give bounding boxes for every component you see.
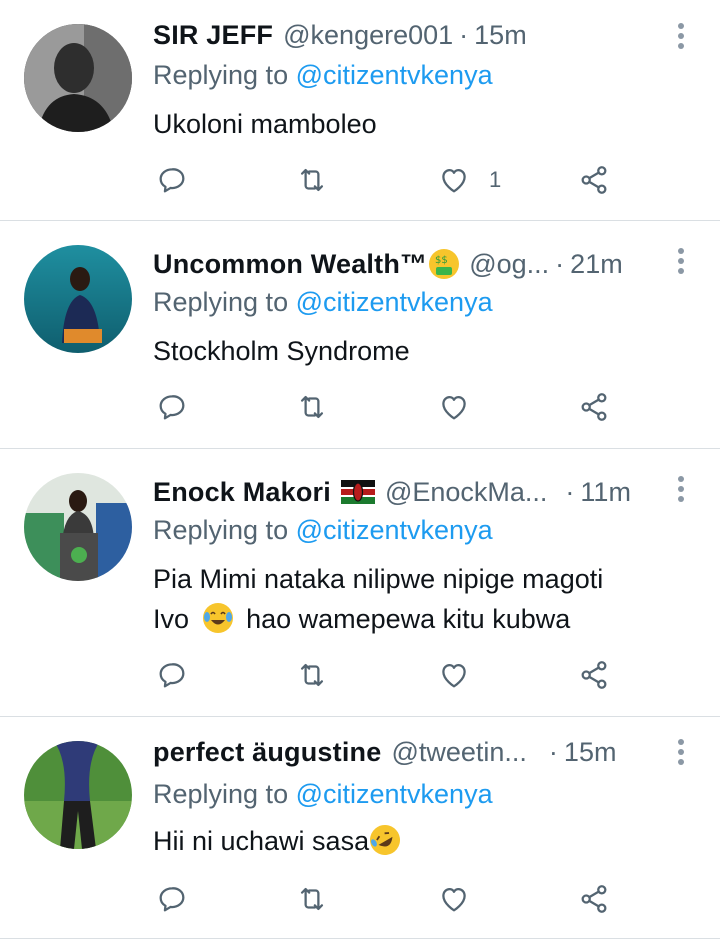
tweet-text-line-1: Pia Mimi nataka nilipwe nipige magoti [153, 564, 604, 594]
separator: · [548, 736, 558, 767]
display-name[interactable]: SIR JEFF [153, 20, 273, 51]
like-count: 1 [489, 167, 502, 192]
tweet-text: Pia Mimi nataka nilipwe nipige magoti Iv… [153, 559, 693, 639]
action-bar [153, 655, 623, 695]
share-icon [581, 393, 607, 421]
svg-text:$$: $$ [435, 255, 448, 266]
tweet-text-part: Ivo [153, 604, 190, 634]
reply-button[interactable] [155, 879, 189, 919]
separator: · [555, 248, 565, 279]
display-name[interactable]: Enock Makori [153, 477, 331, 508]
more-icon[interactable] [678, 476, 686, 502]
share-button[interactable] [577, 655, 611, 695]
like-button[interactable] [437, 879, 471, 919]
like-button[interactable]: 1 [437, 160, 501, 200]
share-icon [581, 661, 607, 689]
mention-link[interactable]: @citizentvkenya [296, 779, 493, 809]
tweet-text: Ukoloni mamboleo [153, 109, 377, 139]
avatar[interactable] [24, 245, 132, 353]
rolling-laughing-face-icon [364, 819, 406, 861]
tweet-3[interactable]: Enock Makori @EnockMa... · 11m Replying … [0, 449, 720, 717]
share-button[interactable] [577, 387, 611, 427]
money-mouth-face-icon: $$ [429, 249, 460, 279]
retweet-icon [300, 168, 324, 192]
retweet-icon [300, 663, 324, 687]
retweet-icon [300, 887, 324, 911]
timestamp[interactable]: 15m [564, 737, 617, 768]
timestamp[interactable]: 11m [580, 477, 631, 508]
timestamp[interactable]: 15m [474, 20, 527, 51]
like-button[interactable] [437, 387, 471, 427]
more-icon[interactable] [678, 248, 686, 274]
handle[interactable]: @kengere001 [283, 20, 453, 51]
handle[interactable]: @tweetin... [391, 737, 526, 768]
tweet-text-part: Hii ni uchawi sasa [153, 826, 370, 856]
like-icon [442, 168, 466, 193]
mention-link[interactable]: @citizentvkenya [296, 287, 493, 317]
replying-to: Replying to @citizentvkenya [153, 515, 493, 546]
replying-label: Replying to [153, 287, 296, 317]
separator: · [459, 19, 469, 50]
tweet-4[interactable]: perfect äugustine @tweetin... · 15m Repl… [0, 717, 720, 939]
avatar[interactable] [24, 741, 132, 849]
reply-icon [159, 663, 185, 688]
handle[interactable]: @EnockMa... [385, 477, 547, 508]
kenya-flag-icon [340, 480, 375, 504]
avatar[interactable] [24, 24, 132, 132]
share-button[interactable] [577, 160, 611, 200]
reply-icon [159, 168, 185, 193]
replying-label: Replying to [153, 779, 296, 809]
retweet-button[interactable] [295, 387, 329, 427]
tweet-1[interactable]: SIR JEFF @kengere001 · 15m Replying to @… [0, 0, 720, 221]
like-button[interactable] [437, 655, 471, 695]
replying-label: Replying to [153, 60, 296, 90]
mention-link[interactable]: @citizentvkenya [296, 60, 493, 90]
reply-button[interactable] [155, 655, 189, 695]
retweet-button[interactable] [295, 160, 329, 200]
share-icon [581, 885, 607, 913]
action-bar [153, 879, 623, 919]
like-icon [442, 663, 466, 688]
share-button[interactable] [577, 879, 611, 919]
handle[interactable]: @og... [469, 249, 549, 280]
tweet-text-line-2: Ivo hao wamepewa kitu kubwa [153, 599, 693, 639]
display-name[interactable]: perfect äugustine [153, 737, 381, 768]
replying-to: Replying to @citizentvkenya [153, 60, 493, 91]
like-icon [442, 887, 466, 912]
tweet-2[interactable]: Uncommon Wealth™ $$ @og... · 21m Replyin… [0, 221, 720, 449]
tweet-text: Hii ni uchawi sasa [153, 819, 693, 861]
action-bar [153, 387, 623, 427]
reply-icon [159, 887, 185, 912]
reply-button[interactable] [155, 387, 189, 427]
action-bar: 1 [153, 160, 623, 200]
tears-of-joy-face-icon [202, 603, 233, 633]
more-icon[interactable] [678, 739, 686, 765]
retweet-button[interactable] [295, 879, 329, 919]
replying-label: Replying to [153, 515, 296, 545]
avatar[interactable] [24, 473, 132, 581]
replying-to: Replying to @citizentvkenya [153, 287, 493, 318]
reply-button[interactable] [155, 160, 189, 200]
share-icon [581, 166, 607, 194]
separator: · [565, 476, 575, 507]
tweet-text: Stockholm Syndrome [153, 336, 410, 366]
replying-to: Replying to @citizentvkenya [153, 779, 493, 810]
timestamp[interactable]: 21m [570, 249, 623, 280]
like-icon [442, 395, 466, 420]
display-name[interactable]: Uncommon Wealth™ [153, 249, 427, 280]
more-icon[interactable] [678, 23, 686, 49]
tweet-text-part: hao wamepewa kitu kubwa [246, 604, 571, 634]
reply-icon [159, 395, 185, 420]
retweet-button[interactable] [295, 655, 329, 695]
mention-link[interactable]: @citizentvkenya [296, 515, 493, 545]
retweet-icon [300, 395, 324, 419]
